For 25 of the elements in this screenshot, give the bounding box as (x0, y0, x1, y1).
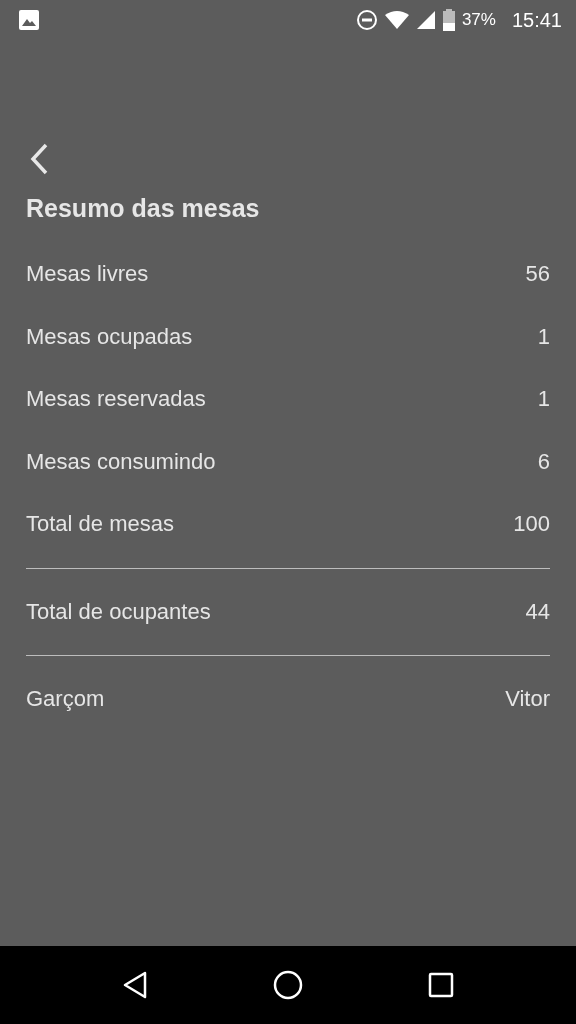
row-value: 56 (525, 261, 550, 288)
page-title: Resumo das mesas (26, 194, 261, 223)
home-nav-icon[interactable] (273, 970, 303, 1000)
row-value: 100 (513, 511, 550, 538)
row-value: Vitor (505, 686, 550, 713)
row-label: Total de mesas (26, 511, 174, 538)
signal-icon (415, 10, 436, 30)
row-label: Total de ocupantes (26, 598, 211, 625)
row-value: 1 (537, 323, 550, 350)
do-not-disturb-icon (355, 9, 378, 31)
wifi-icon (383, 10, 410, 30)
row-value: 1 (537, 386, 550, 413)
row-label: Mesas consumindo (26, 448, 216, 475)
recents-nav-icon[interactable] (427, 972, 454, 998)
image-icon (18, 9, 40, 31)
row-label: Garçom (26, 686, 105, 713)
row-value: 44 (525, 598, 550, 625)
clock: 15:41 (511, 8, 562, 32)
row-label: Mesas reservadas (26, 386, 206, 413)
battery-icon (441, 9, 456, 31)
row-label: Mesas livres (26, 261, 149, 288)
battery-percent: 37% (461, 10, 496, 30)
row-label: Mesas ocupadas (26, 323, 193, 350)
row-value: 6 (537, 448, 550, 475)
back-nav-icon[interactable] (122, 971, 149, 999)
